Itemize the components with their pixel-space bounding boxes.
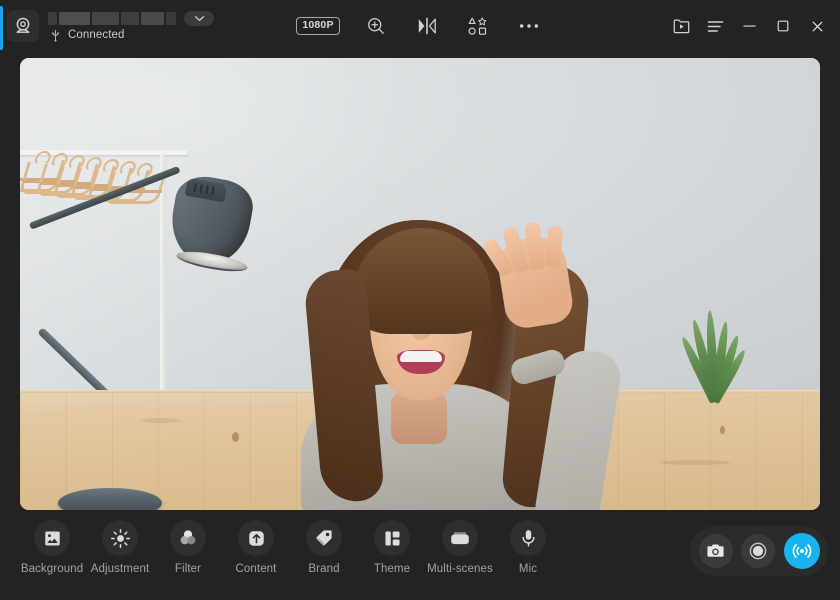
image-icon (34, 520, 70, 556)
webcam-icon (7, 10, 39, 42)
capture-actions (690, 526, 828, 576)
device-selector[interactable]: Connected (0, 10, 214, 42)
connection-status-label: Connected (68, 29, 125, 41)
mirror-flip-icon[interactable] (412, 11, 442, 41)
record-dot-icon[interactable] (741, 534, 775, 568)
shapes-icon[interactable] (463, 11, 493, 41)
tool-brand[interactable]: Brand (290, 520, 358, 575)
tool-label: Content (236, 563, 277, 575)
tag-icon (306, 520, 342, 556)
minimize-icon[interactable] (734, 11, 764, 41)
waving-hand (495, 233, 576, 331)
tool-multi-scenes[interactable]: Multi-scenes (426, 520, 494, 575)
video-preview[interactable] (20, 58, 820, 510)
brightness-sun-icon (102, 520, 138, 556)
maximize-icon[interactable] (768, 11, 798, 41)
tool-mic[interactable]: Mic (494, 520, 562, 575)
window-controls (666, 0, 832, 52)
filter-circles-icon (170, 520, 206, 556)
folder-play-icon[interactable] (666, 11, 696, 41)
app-window: Connected 1080P (0, 0, 840, 600)
tool-label: Filter (175, 563, 201, 575)
resolution-badge[interactable]: 1080P (296, 17, 339, 35)
bottom-toolbar: Background Adjustment (0, 514, 840, 600)
camera-scene (20, 58, 820, 510)
tool-background[interactable]: Background (18, 520, 86, 575)
tool-label: Theme (374, 563, 410, 575)
device-info: Connected (48, 11, 214, 42)
preview-stage (0, 52, 840, 514)
tool-label: Background (21, 563, 83, 575)
tool-label: Multi-scenes (427, 563, 493, 575)
potted-plant (655, 306, 765, 402)
tool-label: Adjustment (91, 563, 150, 575)
layout-panels-icon (374, 520, 410, 556)
close-icon[interactable] (802, 11, 832, 41)
title-bar: Connected 1080P (0, 0, 840, 52)
more-ellipsis-icon[interactable] (514, 11, 544, 41)
chevron-down-icon (194, 15, 205, 22)
hamburger-menu-icon[interactable] (700, 11, 730, 41)
upload-arrow-icon (238, 520, 274, 556)
camera-icon[interactable] (699, 534, 733, 568)
scene-card-icon (442, 520, 478, 556)
tool-filter[interactable]: Filter (154, 520, 222, 575)
person-subject (295, 178, 595, 510)
usb-icon (50, 29, 61, 42)
tool-theme[interactable]: Theme (358, 520, 426, 575)
broadcast-icon[interactable] (784, 533, 820, 569)
zoom-in-icon[interactable] (361, 11, 391, 41)
tool-label: Mic (519, 563, 537, 575)
tool-adjustment[interactable]: Adjustment (86, 520, 154, 575)
lamp-base (58, 488, 162, 510)
tool-label: Brand (308, 563, 339, 575)
tool-list: Background Adjustment (18, 520, 562, 575)
device-name-redacted (48, 12, 176, 25)
device-dropdown-button[interactable] (184, 11, 214, 26)
tool-content[interactable]: Content (222, 520, 290, 575)
active-device-accent-bar (0, 6, 3, 50)
microphone-icon (510, 520, 546, 556)
